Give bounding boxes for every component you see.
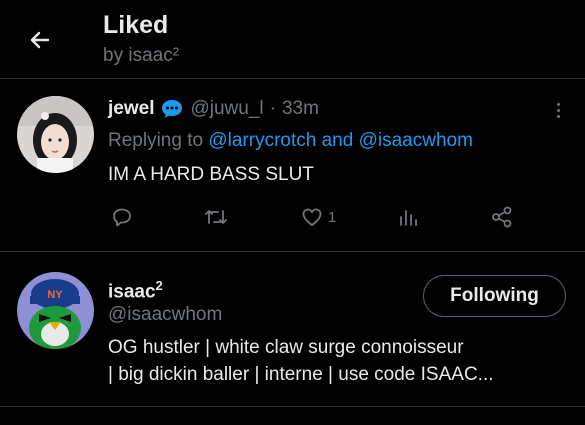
replying-to: Replying to @larrycrotch and @isaacwhom	[108, 129, 473, 153]
like-count: 1	[328, 208, 337, 226]
mention-link[interactable]: @isaacwhom	[359, 130, 473, 151]
back-arrow-icon	[30, 31, 50, 49]
bio-line: OG hustler | white claw surge connoisseu…	[108, 337, 464, 358]
reply-button[interactable]	[110, 201, 134, 233]
analytics-button[interactable]	[397, 201, 421, 233]
user-bio: OG hustler | white claw surge connoisseu…	[108, 334, 568, 388]
mention-link[interactable]: @larrycrotch	[208, 130, 316, 151]
user-name[interactable]: isaac2	[108, 274, 163, 304]
share-button[interactable]	[490, 201, 514, 233]
following-button[interactable]: Following	[423, 275, 566, 317]
more-icon[interactable]	[548, 95, 568, 125]
author-handle[interactable]: @juwu_l	[190, 97, 263, 121]
like-button[interactable]: 1	[300, 201, 336, 233]
author-name[interactable]: jewel	[108, 97, 154, 121]
analytics-icon	[400, 210, 417, 226]
avatar[interactable]	[17, 96, 94, 173]
mention-joiner: and	[321, 130, 354, 151]
tweet-header: jewel @juwu_l · 33m	[108, 97, 319, 121]
bio-line: | big dickin baller | interne | use code…	[108, 364, 494, 385]
user-handle[interactable]: @isaacwhom	[108, 303, 222, 327]
verified-chat-icon	[160, 98, 184, 120]
user-cell[interactable]: NY isaac2 @isaacwhom Following OG hustle…	[0, 252, 585, 407]
tweet-text: IM A HARD BASS SLUT	[108, 164, 314, 185]
share-icon	[492, 206, 512, 228]
retweet-icon	[205, 210, 227, 224]
svg-text:NY: NY	[47, 289, 63, 301]
replying-label: Replying to	[108, 130, 204, 151]
back-button[interactable]	[20, 20, 60, 60]
retweet-button[interactable]	[203, 201, 229, 233]
separator-dot: ·	[269, 98, 276, 119]
tweet[interactable]: jewel @juwu_l · 33m Replying to @larrycr…	[0, 79, 585, 252]
timestamp[interactable]: 33m	[282, 97, 319, 121]
top-bar: Liked by isaac²	[0, 0, 585, 79]
page-title: Liked	[103, 11, 169, 39]
page-subtitle: by isaac²	[103, 45, 180, 66]
like-icon	[302, 208, 322, 226]
name-superscript: 2	[155, 278, 163, 293]
avatar[interactable]: NY	[17, 272, 94, 349]
reply-icon	[113, 208, 131, 227]
